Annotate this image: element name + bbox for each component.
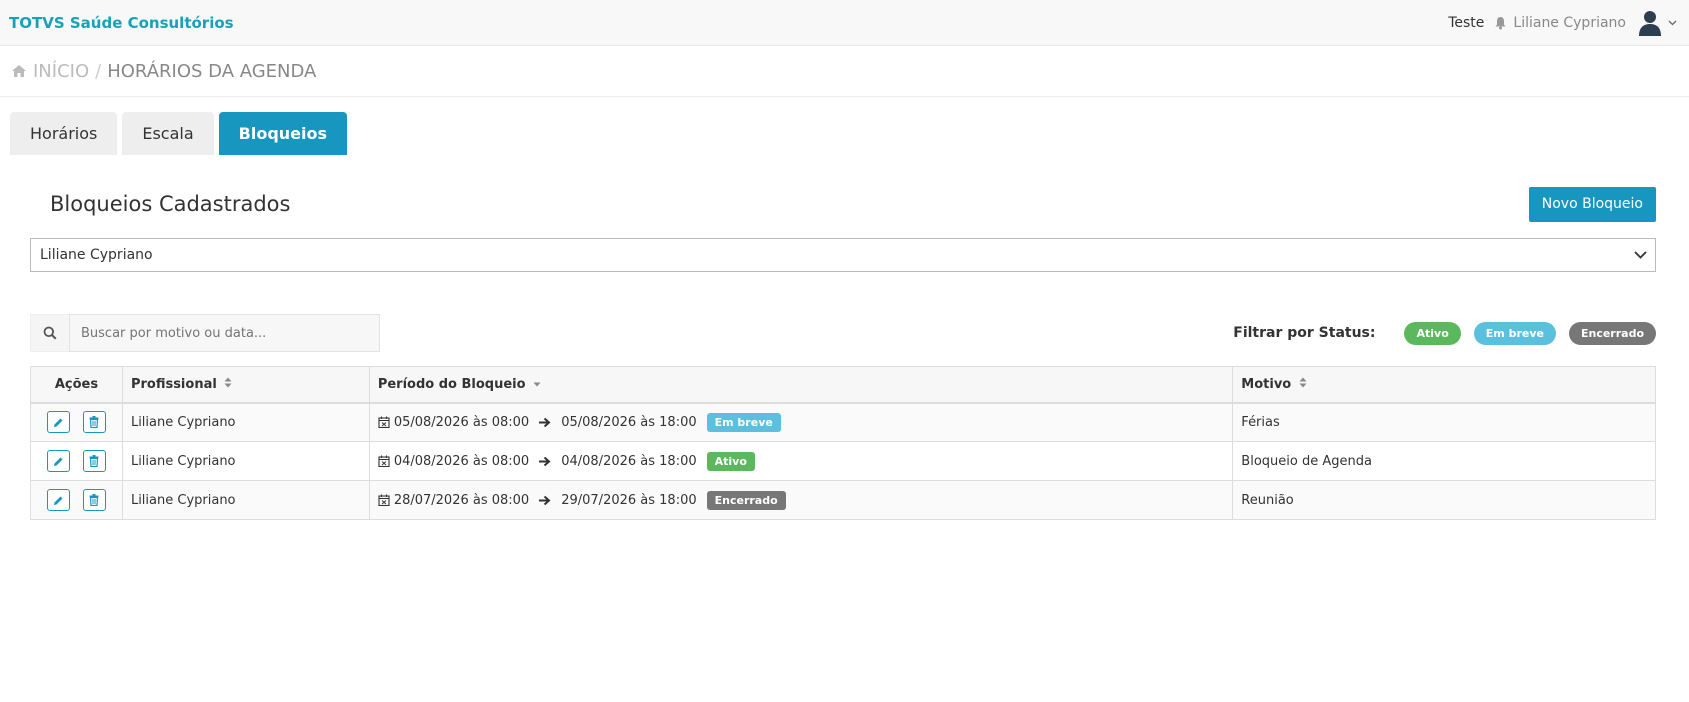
row-reason: Reunião <box>1232 480 1656 520</box>
status-filter-em-breve[interactable]: Em breve <box>1473 321 1556 345</box>
tab-bar: Horários Escala Bloqueios <box>0 112 1689 155</box>
user-avatar-icon[interactable] <box>1638 10 1662 36</box>
header-actions-label: Ações <box>54 376 99 392</box>
header-professional-label: Profissional <box>130 376 217 392</box>
edit-button[interactable] <box>47 489 71 511</box>
row-reason: Bloqueio de Agenda <box>1232 441 1656 481</box>
arrow-right-icon <box>539 456 551 467</box>
calendar-x-icon <box>378 494 390 506</box>
header-reason[interactable]: Motivo <box>1232 366 1656 404</box>
breadcrumb-current: HORÁRIOS DA AGENDA <box>107 60 317 82</box>
search-group <box>30 314 380 352</box>
professional-select-value: Liliane Cypriano <box>40 247 153 263</box>
table-row: Liliane Cypriano 05/08/2026 às 08:00 05/… <box>30 402 1656 442</box>
period-start: 28/07/2026 às 08:00 <box>393 492 530 508</box>
status-badge: Ativo <box>706 451 755 471</box>
table-header-row: Ações Profissional Período do Bloqueio M… <box>30 366 1656 404</box>
professional-select[interactable]: Liliane Cypriano <box>30 238 1656 272</box>
table-row: Liliane Cypriano 04/08/2026 às 08:00 04/… <box>30 441 1656 481</box>
tab-escala[interactable]: Escala <box>122 112 214 155</box>
blocks-table: Ações Profissional Período do Bloqueio M… <box>30 366 1656 520</box>
row-actions <box>30 480 123 520</box>
chevron-down-icon[interactable] <box>1668 20 1677 26</box>
user-name[interactable]: Liliane Cypriano <box>1513 15 1626 31</box>
period-end: 05/08/2026 às 18:00 <box>561 414 697 430</box>
period-start: 05/08/2026 às 08:00 <box>393 414 530 430</box>
search-input[interactable] <box>69 314 380 352</box>
chevron-down-icon <box>1634 247 1647 263</box>
panel-header: Bloqueios Cadastrados Novo Bloqueio <box>0 186 1689 222</box>
header-period[interactable]: Período do Bloqueio <box>368 366 1234 404</box>
breadcrumb: INÍCIO / HORÁRIOS DA AGENDA <box>0 46 1689 97</box>
header-actions: Ações <box>30 366 123 404</box>
pencil-icon <box>54 496 63 505</box>
sort-icon <box>1299 377 1307 392</box>
status-filter-encerrado[interactable]: Encerrado <box>1568 321 1656 345</box>
page-title: Bloqueios Cadastrados <box>50 192 291 216</box>
trash-icon <box>89 416 99 429</box>
breadcrumb-home[interactable]: INÍCIO <box>33 61 89 82</box>
sort-icon <box>224 377 232 392</box>
pencil-icon <box>54 418 63 427</box>
new-block-button[interactable]: Novo Bloqueio <box>1528 186 1656 222</box>
calendar-x-icon <box>378 416 390 429</box>
period-end: 04/08/2026 às 18:00 <box>561 453 697 469</box>
period-end: 29/07/2026 às 18:00 <box>561 492 697 508</box>
search-icon <box>30 314 69 352</box>
arrow-right-icon <box>539 495 551 506</box>
header-period-label: Período do Bloqueio <box>377 376 526 392</box>
row-professional: Liliane Cypriano <box>121 402 370 442</box>
teste-link[interactable]: Teste <box>1448 15 1484 31</box>
period-start: 04/08/2026 às 08:00 <box>393 453 530 469</box>
delete-button[interactable] <box>82 450 106 472</box>
row-actions <box>30 402 123 442</box>
row-period: 28/07/2026 às 08:00 29/07/2026 às 18:00 … <box>368 480 1234 520</box>
sort-desc-icon <box>533 377 541 392</box>
row-professional: Liliane Cypriano <box>121 480 370 520</box>
status-badge: Em breve <box>706 412 781 432</box>
edit-button[interactable] <box>47 411 71 434</box>
top-right-menu: Teste Liliane Cypriano <box>1448 0 1689 45</box>
delete-button[interactable] <box>82 489 106 511</box>
filter-row: Filtrar por Status: Ativo Em breve Encer… <box>30 314 1656 352</box>
pencil-icon <box>54 457 63 466</box>
status-filter-ativo[interactable]: Ativo <box>1404 321 1461 345</box>
row-period: 05/08/2026 às 08:00 05/08/2026 às 18:00 … <box>368 402 1234 442</box>
row-period: 04/08/2026 às 08:00 04/08/2026 às 18:00 … <box>368 441 1234 481</box>
status-filter-label: Filtrar por Status: <box>1233 325 1376 341</box>
bell-icon[interactable] <box>1494 16 1507 30</box>
row-professional: Liliane Cypriano <box>121 441 370 481</box>
status-filter: Filtrar por Status: Ativo Em breve Encer… <box>1233 321 1656 345</box>
arrow-right-icon <box>539 417 551 428</box>
header-reason-label: Motivo <box>1241 376 1292 392</box>
delete-button[interactable] <box>82 411 106 434</box>
row-actions <box>30 441 123 481</box>
home-icon <box>11 64 27 78</box>
table-row: Liliane Cypriano 28/07/2026 às 08:00 29/… <box>30 480 1656 520</box>
tab-horarios[interactable]: Horários <box>10 112 118 155</box>
tab-bloqueios[interactable]: Bloqueios <box>218 112 348 155</box>
header-professional[interactable]: Profissional <box>121 366 370 404</box>
status-badge: Encerrado <box>706 490 786 510</box>
breadcrumb-separator: / <box>95 60 102 82</box>
trash-icon <box>89 494 99 506</box>
row-reason: Férias <box>1232 402 1656 442</box>
edit-button[interactable] <box>47 450 71 472</box>
calendar-x-icon <box>378 455 390 467</box>
top-navbar: TOTVS Saúde Consultórios Teste Liliane C… <box>0 0 1689 46</box>
trash-icon <box>89 455 99 467</box>
brand-link[interactable]: TOTVS Saúde Consultórios <box>9 14 234 32</box>
